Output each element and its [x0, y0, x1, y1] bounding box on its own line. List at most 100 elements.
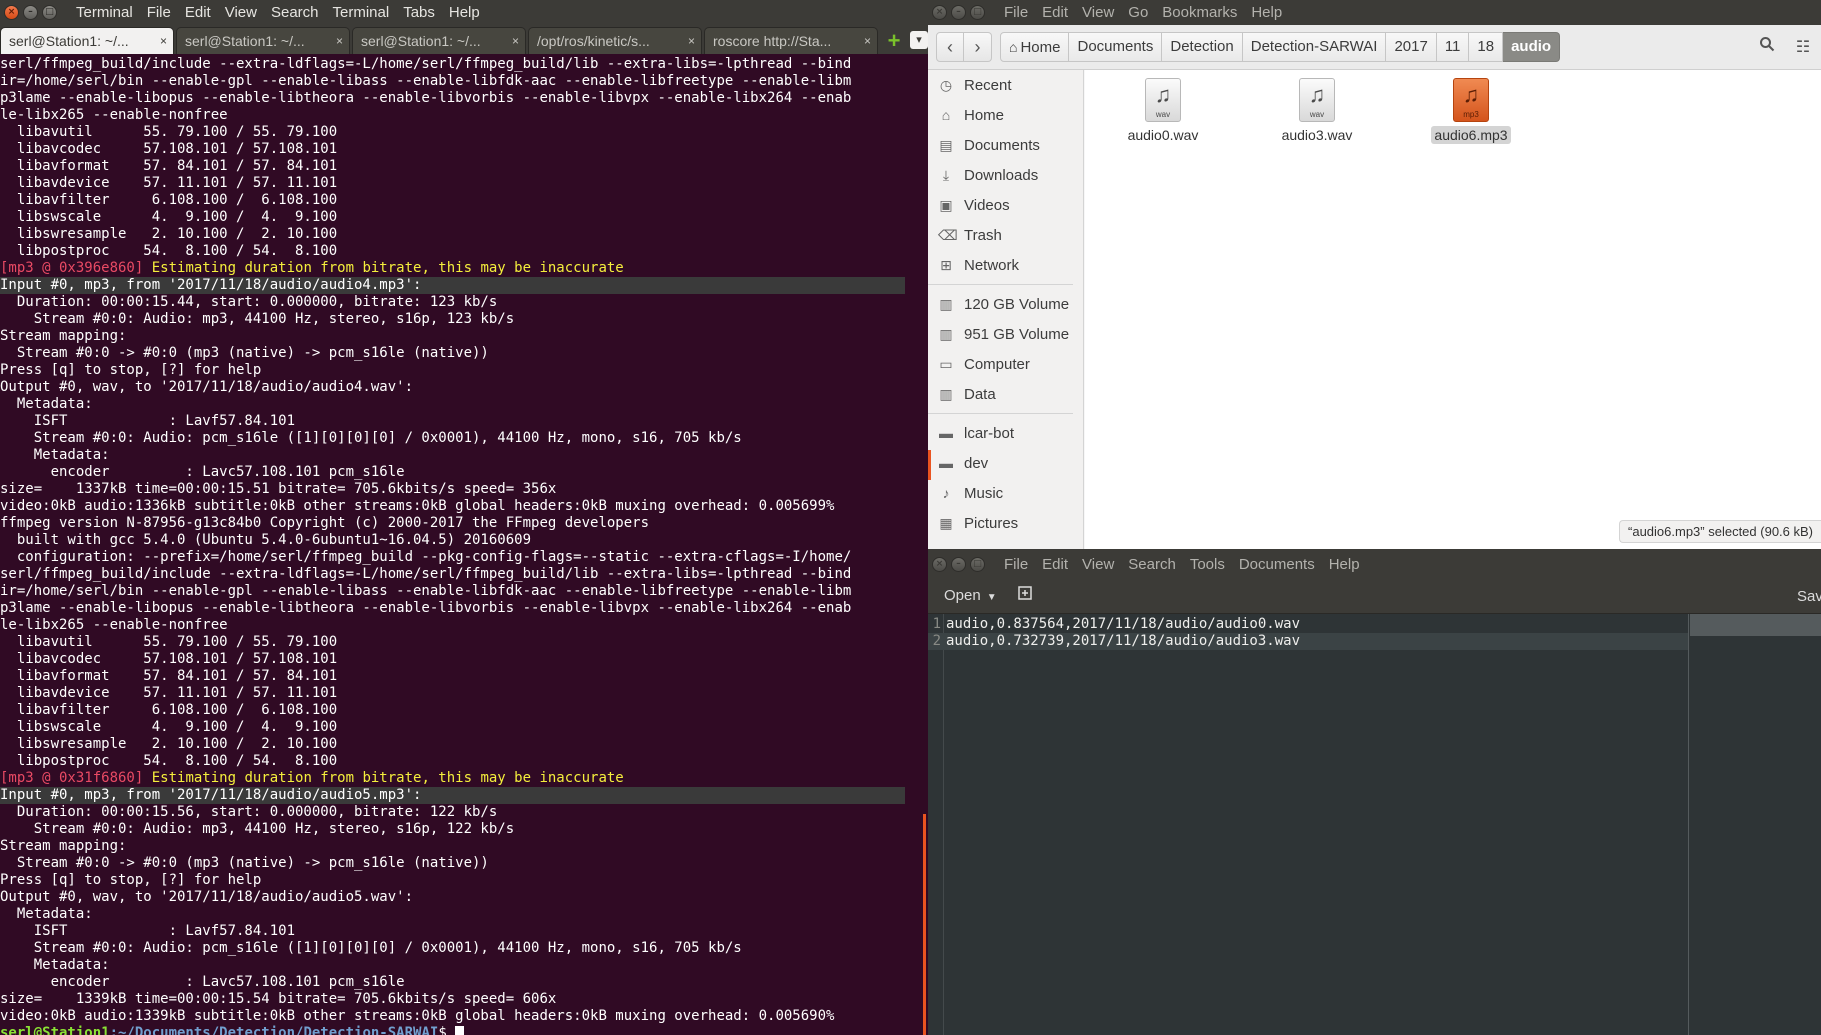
sidebar-item-pictures[interactable]: ▦ Pictures	[928, 508, 1083, 538]
terminal-line: serl/ffmpeg_build/include --extra-ldflag…	[0, 566, 852, 582]
menu-help[interactable]: Help	[442, 0, 487, 25]
save-button[interactable]: Save	[1797, 579, 1821, 614]
menu-file[interactable]: File	[997, 552, 1035, 577]
sidebar-separator	[928, 413, 1073, 414]
terminal-tab[interactable]: serl@Station1: ~/... ×	[0, 27, 174, 54]
forward-arrow-icon[interactable]: ›	[964, 32, 992, 62]
menu-bookmarks[interactable]: Bookmarks	[1155, 0, 1244, 25]
breadcrumb-detection[interactable]: Detection	[1162, 32, 1243, 62]
music-note-icon: ♫	[1462, 82, 1480, 107]
sidebar-item-music[interactable]: ♪ Music	[928, 478, 1083, 508]
overview-map[interactable]	[1690, 614, 1821, 1035]
warning-message: Estimating duration from bitrate, this m…	[143, 770, 624, 786]
maximize-window-icon[interactable]: □	[970, 556, 985, 572]
close-tab-icon[interactable]: ×	[160, 28, 167, 54]
tab-list-dropdown-icon[interactable]: ▾	[910, 31, 928, 49]
sidebar-item-network[interactable]: ⊞ Network	[928, 250, 1083, 280]
close-tab-icon[interactable]: ×	[336, 28, 343, 54]
menu-terminal-app[interactable]: Terminal	[69, 0, 140, 25]
menu-help[interactable]: Help	[1322, 552, 1367, 577]
terminal-output[interactable]: serl/ffmpeg_build/include --extra-ldflag…	[0, 54, 920, 1035]
breadcrumb-2017[interactable]: 2017	[1386, 32, 1437, 62]
menu-edit[interactable]: Edit	[178, 0, 218, 25]
editor-text-area[interactable]: 1 audio,0.837564,2017/11/18/audio/audio0.…	[928, 614, 1821, 1035]
menu-view[interactable]: View	[1075, 552, 1121, 577]
breadcrumb-audio[interactable]: audio	[1503, 32, 1561, 62]
menu-documents[interactable]: Documents	[1232, 552, 1322, 577]
sidebar-item-recent[interactable]: ◷ Recent	[928, 70, 1083, 100]
files-menu: File Edit View Go Bookmarks Help	[997, 0, 1289, 25]
terminal-tab[interactable]: serl@Station1: ~/... ×	[352, 27, 526, 54]
maximize-window-icon[interactable]: □	[42, 5, 57, 20]
terminal-window: × – □ Terminal File Edit View Search Ter…	[0, 0, 928, 1035]
terminal-tab[interactable]: /opt/ros/kinetic/s... ×	[528, 27, 702, 54]
file-item[interactable]: ♫ wav audio0.wav	[1113, 70, 1213, 145]
open-button[interactable]: Open ▼	[936, 583, 1005, 609]
sidebar-item-data[interactable]: ▥ Data	[928, 379, 1083, 409]
breadcrumb-detection-sarwai[interactable]: Detection-SARWAI	[1242, 32, 1387, 62]
sidebar-item-951-gb-volume[interactable]: ▥ 951 GB Volume	[928, 319, 1083, 349]
sidebar-item-home[interactable]: ⌂ Home	[928, 100, 1083, 130]
warning-tag: [mp3 @ 0x396e860]	[0, 260, 144, 276]
menu-view[interactable]: View	[218, 0, 264, 25]
breadcrumb-11[interactable]: 11	[1436, 32, 1470, 62]
close-window-icon[interactable]: ×	[4, 5, 19, 20]
menu-file[interactable]: File	[140, 0, 178, 25]
sidebar-item-downloads[interactable]: ⤓ Downloads	[928, 160, 1083, 190]
terminal-tab[interactable]: serl@Station1: ~/... ×	[176, 27, 350, 54]
drive-icon: ▥	[939, 326, 953, 342]
sidebar-item-documents[interactable]: ▤ Documents	[928, 130, 1083, 160]
close-tab-icon[interactable]: ×	[688, 28, 695, 54]
terminal-line: libavcodec 57.108.101 / 57.108.101	[0, 141, 338, 157]
scrollbar-thumb[interactable]	[923, 814, 926, 1035]
overview-viewport[interactable]	[1690, 614, 1821, 636]
new-tab-plus-icon[interactable]: +	[884, 27, 904, 54]
menu-terminal[interactable]: Terminal	[326, 0, 397, 25]
sidebar-item-trash[interactable]: ⌫ Trash	[928, 220, 1083, 250]
breadcrumb-label: Home	[1020, 39, 1061, 56]
terminal-tab[interactable]: roscore http://Sta... ×	[704, 27, 878, 54]
close-window-icon[interactable]: ×	[932, 5, 947, 20]
file-ext-label: wav	[1309, 110, 1325, 119]
search-icon[interactable]	[1749, 33, 1785, 63]
menu-go[interactable]: Go	[1121, 0, 1155, 25]
editor-line[interactable]: 2 audio,0.732739,2017/11/18/audio/audio3.…	[928, 633, 1688, 650]
maximize-window-icon[interactable]: □	[970, 5, 985, 20]
file-manager-window: × – □ File Edit View Go Bookmarks Help ‹…	[928, 0, 1821, 549]
minimize-window-icon[interactable]: –	[951, 5, 966, 20]
breadcrumb-documents[interactable]: Documents	[1069, 32, 1163, 62]
file-item-selected[interactable]: ♫ mp3 audio6.mp3	[1421, 70, 1521, 145]
menu-help[interactable]: Help	[1244, 0, 1289, 25]
menu-file[interactable]: File	[997, 0, 1035, 25]
menu-edit[interactable]: Edit	[1035, 0, 1075, 25]
menu-search[interactable]: Search	[1121, 552, 1183, 577]
file-view[interactable]: ♫ wav audio0.wav ♫ wav audio3.wav ♫ mp3 aud…	[1085, 70, 1821, 549]
menu-search[interactable]: Search	[264, 0, 326, 25]
list-view-icon[interactable]: ☷	[1785, 33, 1821, 63]
menu-tabs[interactable]: Tabs	[396, 0, 442, 25]
sidebar-item-lcar-bot[interactable]: ▬ lcar-bot	[928, 418, 1083, 448]
menu-tools[interactable]: Tools	[1183, 552, 1232, 577]
close-tab-icon[interactable]: ×	[512, 28, 519, 54]
terminal-scrollbar[interactable]	[920, 54, 928, 1035]
window-controls: × – □	[932, 5, 985, 20]
breadcrumb-18[interactable]: 18	[1469, 32, 1504, 62]
sidebar-item-videos[interactable]: ▣ Videos	[928, 190, 1083, 220]
breadcrumb-home[interactable]: ⌂ Home	[1000, 32, 1070, 62]
sidebar-scrollbar[interactable]	[928, 450, 931, 480]
sidebar-item-label: Network	[964, 256, 1020, 274]
minimize-window-icon[interactable]: –	[23, 5, 38, 20]
close-tab-icon[interactable]: ×	[864, 28, 871, 54]
new-document-icon[interactable]	[1011, 583, 1039, 609]
back-arrow-icon[interactable]: ‹	[936, 32, 964, 62]
menu-edit[interactable]: Edit	[1035, 552, 1075, 577]
sidebar-item-dev[interactable]: ▬ dev	[928, 448, 1083, 478]
menu-view[interactable]: View	[1075, 0, 1121, 25]
minimize-window-icon[interactable]: –	[951, 556, 966, 572]
line-number-gutter	[928, 614, 944, 1035]
sidebar-item-120-gb-volume[interactable]: ▥ 120 GB Volume	[928, 289, 1083, 319]
editor-line[interactable]: 1 audio,0.837564,2017/11/18/audio/audio0.…	[928, 616, 1688, 633]
file-item[interactable]: ♫ wav audio3.wav	[1267, 70, 1367, 145]
close-window-icon[interactable]: ×	[932, 556, 947, 572]
sidebar-item-computer[interactable]: ▭ Computer	[928, 349, 1083, 379]
